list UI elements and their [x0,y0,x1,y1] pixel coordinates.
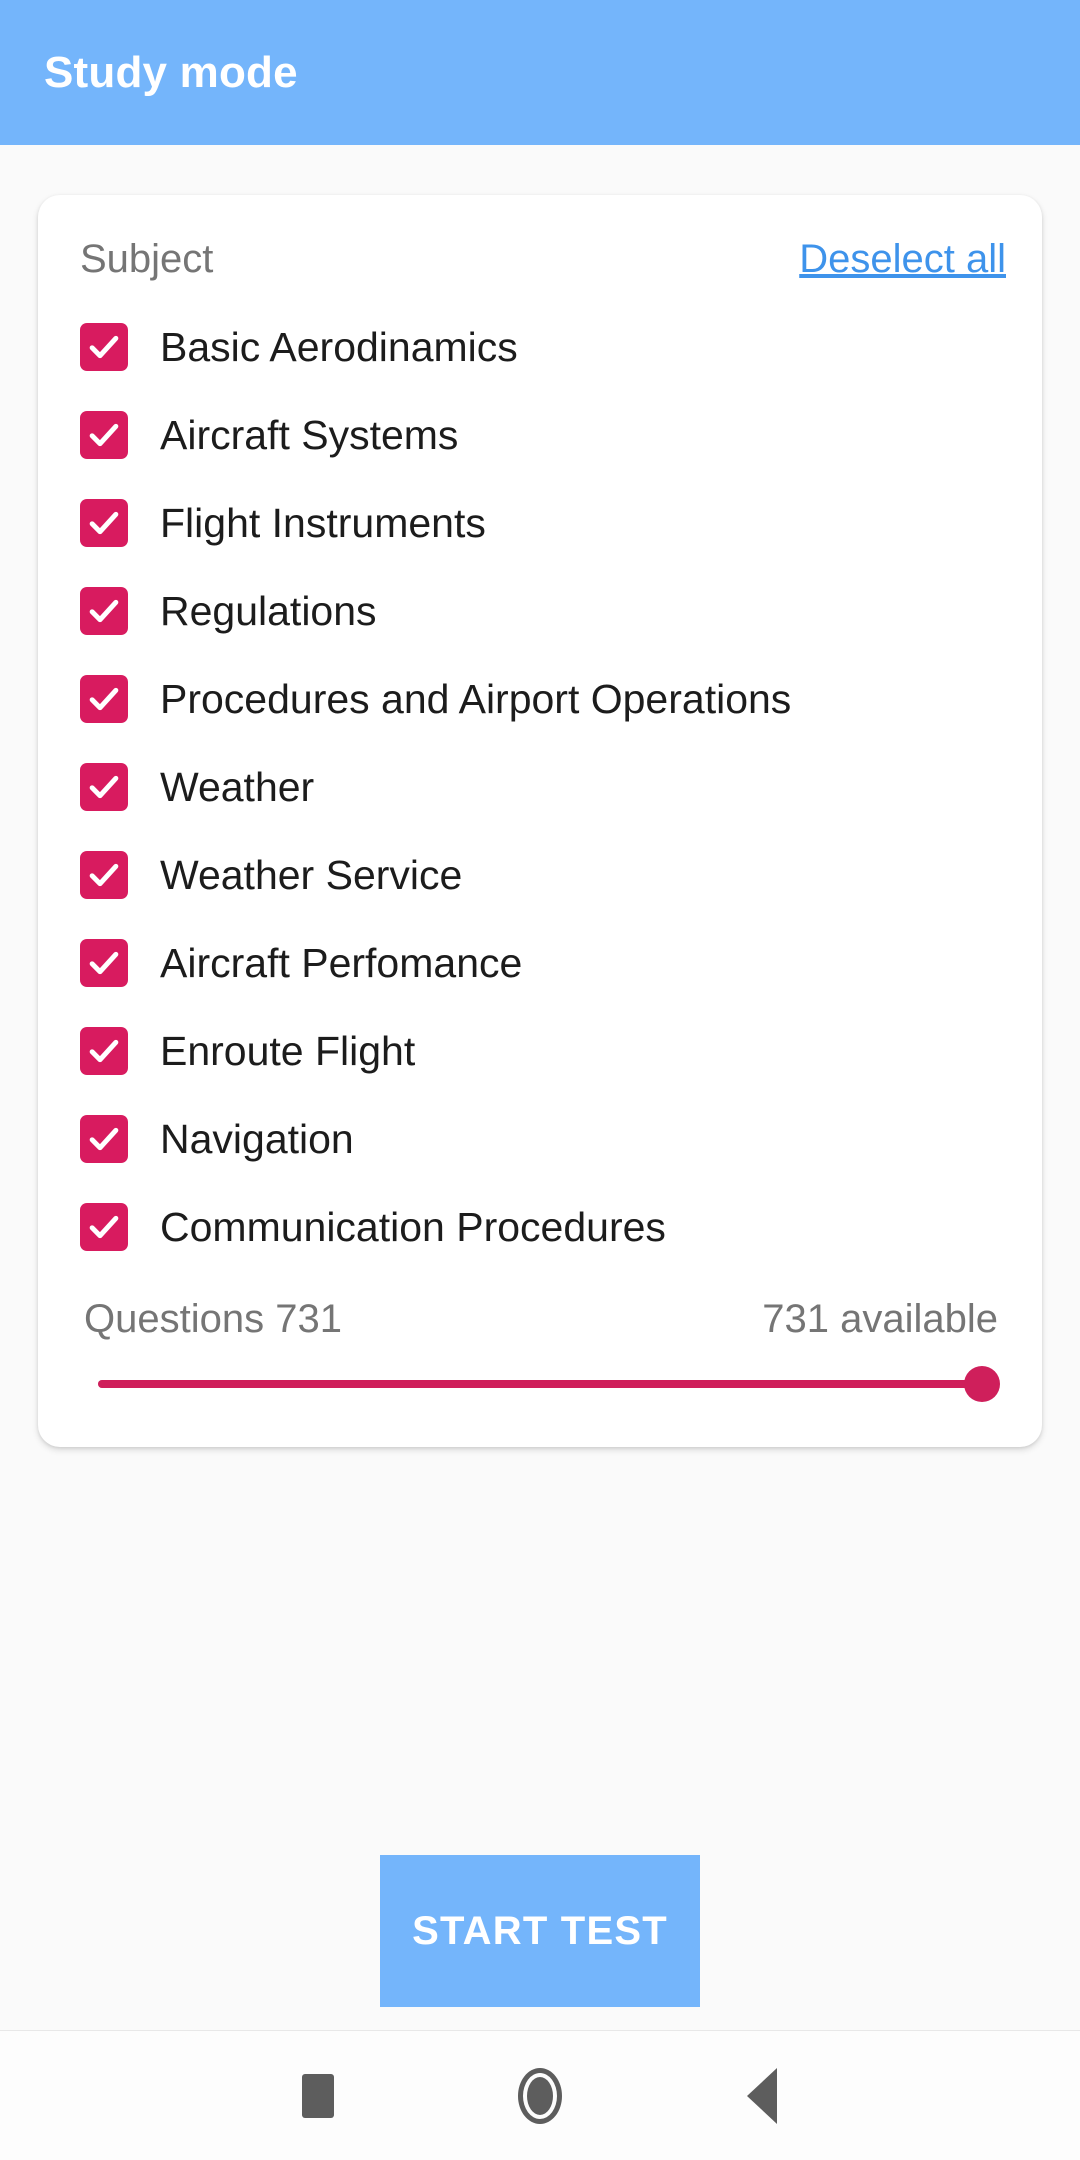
circle-icon [518,2067,562,2124]
subject-row-label: Flight Instruments [160,499,486,546]
subject-row-regulations[interactable]: Regulations [70,567,1010,655]
checkbox-checked-icon[interactable] [80,499,128,547]
checkbox-checked-icon[interactable] [80,939,128,987]
deselect-all-link[interactable]: Deselect all [799,239,1010,279]
checkbox-checked-icon[interactable] [80,1115,128,1163]
subject-row-basic-aerodinamics[interactable]: Basic Aerodinamics [70,303,1010,391]
subject-row-navigation[interactable]: Navigation [70,1095,1010,1183]
triangle-left-icon [747,2067,777,2124]
subject-row-label: Communication Procedures [160,1203,666,1250]
slider-fill [98,1380,982,1388]
subject-row-label: Weather Service [160,851,463,898]
checkbox-checked-icon[interactable] [80,323,128,371]
subject-list: Basic Aerodinamics Aircraft Systems Flig… [70,303,1010,1271]
subject-row-aircraft-perfomance[interactable]: Aircraft Perfomance [70,919,1010,1007]
start-button-container: START TEST [0,1855,1080,2007]
back-button[interactable] [707,2041,817,2151]
subject-row-label: Aircraft Systems [160,411,459,458]
questions-count-label: Questions 731 [84,1297,342,1341]
content-area: Subject Deselect all Basic Aerodinamics … [0,145,1080,2030]
subject-row-label: Aircraft Perfomance [160,939,523,986]
subject-row-procedures-and-airport-operations[interactable]: Procedures and Airport Operations [70,655,1010,743]
start-test-button[interactable]: START TEST [380,1855,700,2007]
subject-row-label: Enroute Flight [160,1027,416,1074]
slider-thumb[interactable] [964,1366,1000,1402]
subject-row-label: Regulations [160,587,377,634]
subject-row-weather-service[interactable]: Weather Service [70,831,1010,919]
subject-row-flight-instruments[interactable]: Flight Instruments [70,479,1010,567]
subject-row-communication-procedures[interactable]: Communication Procedures [70,1183,1010,1271]
checkbox-checked-icon[interactable] [80,1203,128,1251]
checkbox-checked-icon[interactable] [80,1027,128,1075]
checkbox-checked-icon[interactable] [80,411,128,459]
subject-label: Subject [80,237,214,281]
questions-available-label: 731 available [762,1297,998,1341]
subject-row-aircraft-systems[interactable]: Aircraft Systems [70,391,1010,479]
subject-row-label: Weather [160,763,315,810]
checkbox-checked-icon[interactable] [80,851,128,899]
subject-row-weather[interactable]: Weather [70,743,1010,831]
checkbox-checked-icon[interactable] [80,763,128,811]
subject-row-label: Navigation [160,1115,354,1162]
questions-slider[interactable] [70,1357,1010,1411]
checkbox-checked-icon[interactable] [80,675,128,723]
subject-row-enroute-flight[interactable]: Enroute Flight [70,1007,1010,1095]
card-header: Subject Deselect all [70,221,1010,297]
questions-info-row: Questions 731 731 available [70,1299,1010,1339]
subject-row-label: Basic Aerodinamics [160,323,518,370]
recents-button[interactable] [263,2041,373,2151]
subject-row-label: Procedures and Airport Operations [160,675,792,722]
square-icon [302,2073,334,2118]
subject-selection-card: Subject Deselect all Basic Aerodinamics … [38,195,1042,1447]
checkbox-checked-icon[interactable] [80,587,128,635]
page-title: Study mode [44,47,298,97]
home-button[interactable] [485,2041,595,2151]
android-navigation-bar [0,2030,1080,2160]
app-bar: Study mode [0,0,1080,145]
